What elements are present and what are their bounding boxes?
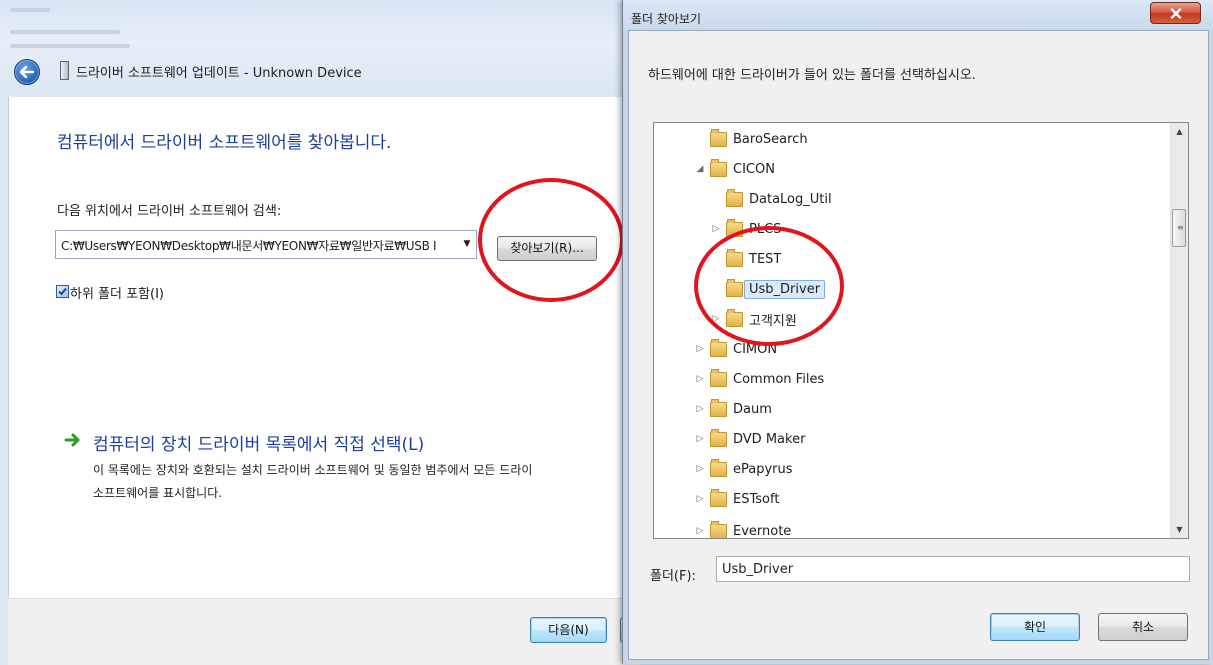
driver-path-value[interactable]: C:₩Users₩YEON₩Desktop₩내문서₩YEON₩자료₩일반자료₩U… xyxy=(61,237,451,254)
wizard-heading: 컴퓨터에서 드라이버 소프트웨어를 찾아봅니다. xyxy=(57,133,392,153)
tree-expander[interactable]: ▷ xyxy=(694,526,706,536)
wizard-title: 드라이버 소프트웨어 업데이트 - Unknown Device xyxy=(76,66,362,81)
scroll-down-icon[interactable]: ▼ xyxy=(1171,521,1188,538)
folder-icon xyxy=(710,520,727,538)
tree-item-label[interactable]: CICON xyxy=(733,162,775,177)
tree-expander[interactable]: ◢ xyxy=(694,164,706,174)
folder-icon xyxy=(726,188,743,207)
tree-scrollbar[interactable]: ▲ ≡ ▼ xyxy=(1170,123,1188,538)
green-arrow-icon xyxy=(64,433,80,447)
tree-item-label[interactable]: DVD Maker xyxy=(733,432,805,447)
next-button[interactable]: 다음(N) xyxy=(530,617,607,643)
tree-item-label[interactable]: Common Files xyxy=(733,372,824,387)
tree-expander[interactable]: ▷ xyxy=(694,404,706,414)
tree-item[interactable]: ▷ Evernote xyxy=(694,519,791,539)
include-subfolders-label[interactable]: 하위 폴더 포함(I) xyxy=(70,283,164,302)
folder-icon xyxy=(710,368,727,387)
tree-item[interactable]: ▷ Daum xyxy=(694,397,772,421)
folder-icon xyxy=(710,398,727,417)
back-button[interactable] xyxy=(14,59,40,85)
tree-expander[interactable]: ▷ xyxy=(694,494,706,504)
dialog-title: 폴더 찾아보기 xyxy=(631,12,702,26)
folder-field[interactable] xyxy=(716,556,1190,582)
search-location-label: 다음 위치에서 드라이버 소프트웨어 검색: xyxy=(57,204,282,219)
tree-item-label[interactable]: Daum xyxy=(733,402,772,417)
checkmark-icon xyxy=(58,287,67,296)
tree-item-label[interactable]: ESTsoft xyxy=(733,492,779,507)
close-button[interactable] xyxy=(1150,2,1201,24)
tree-item-label[interactable]: ePapyrus xyxy=(733,462,793,477)
tree-item[interactable]: ▷ Common Files xyxy=(694,367,824,391)
ok-button[interactable]: 확인 xyxy=(990,613,1080,641)
highlight-circle xyxy=(694,226,844,346)
device-icon xyxy=(60,61,69,80)
tree-expander[interactable]: ▷ xyxy=(694,464,706,474)
tree-expander[interactable]: ▷ xyxy=(710,224,722,234)
tree-expander[interactable]: ▷ xyxy=(694,374,706,384)
tree-item[interactable]: DataLog_Util xyxy=(710,187,832,211)
highlight-circle xyxy=(478,178,624,302)
manual-select-link[interactable]: 컴퓨터의 장치 드라이버 목록에서 직접 선택(L) xyxy=(93,430,424,455)
cancel-button[interactable]: 취소 xyxy=(1098,613,1188,641)
folder-icon xyxy=(710,338,727,357)
back-arrow-icon xyxy=(20,66,34,78)
folder-icon xyxy=(710,488,727,507)
tree-item[interactable]: ▷ ePapyrus xyxy=(694,457,793,481)
chevron-down-icon[interactable]: ▼ xyxy=(458,231,476,258)
folder-icon xyxy=(710,428,727,447)
dialog-instruction: 하드웨어에 대한 드라이버가 들어 있는 폴더를 선택하십시오. xyxy=(648,68,976,83)
include-subfolders-checkbox[interactable] xyxy=(56,285,69,298)
driver-path-combobox[interactable]: C:₩Users₩YEON₩Desktop₩내문서₩YEON₩자료₩일반자료₩U… xyxy=(55,230,477,259)
tree-expander[interactable]: ▷ xyxy=(694,344,706,354)
manual-select-description: 이 목록에는 장치와 호환되는 설치 드라이버 소프트웨어 및 동일한 범주에서… xyxy=(93,463,533,477)
driver-update-wizard: 드라이버 소프트웨어 업데이트 - Unknown Device 컴퓨터에서 드… xyxy=(0,0,641,665)
manual-select-description-cont: 소프트웨어를 표시합니다. xyxy=(93,486,223,500)
tree-item[interactable]: ▷ DVD Maker xyxy=(694,427,805,451)
tree-item[interactable]: BaroSearch xyxy=(694,127,808,151)
folder-icon xyxy=(710,158,727,177)
dialog-titlebar: 폴더 찾아보기 xyxy=(623,0,1213,30)
tree-item[interactable]: ▷ ESTsoft xyxy=(694,487,779,511)
folder-icon xyxy=(710,458,727,477)
tree-item[interactable]: ◢ CICON xyxy=(694,157,775,181)
folder-icon xyxy=(710,128,727,147)
tree-item-label[interactable]: BaroSearch xyxy=(733,132,808,147)
tree-item-label[interactable]: Evernote xyxy=(733,524,791,539)
folder-field-label: 폴더(F): xyxy=(650,569,696,584)
close-icon xyxy=(1170,7,1181,19)
tree-expander[interactable]: ▷ xyxy=(694,434,706,444)
tree-item-label[interactable]: DataLog_Util xyxy=(749,192,832,207)
scroll-up-icon[interactable]: ▲ xyxy=(1171,123,1188,140)
scrollbar-thumb[interactable]: ≡ xyxy=(1172,209,1186,247)
